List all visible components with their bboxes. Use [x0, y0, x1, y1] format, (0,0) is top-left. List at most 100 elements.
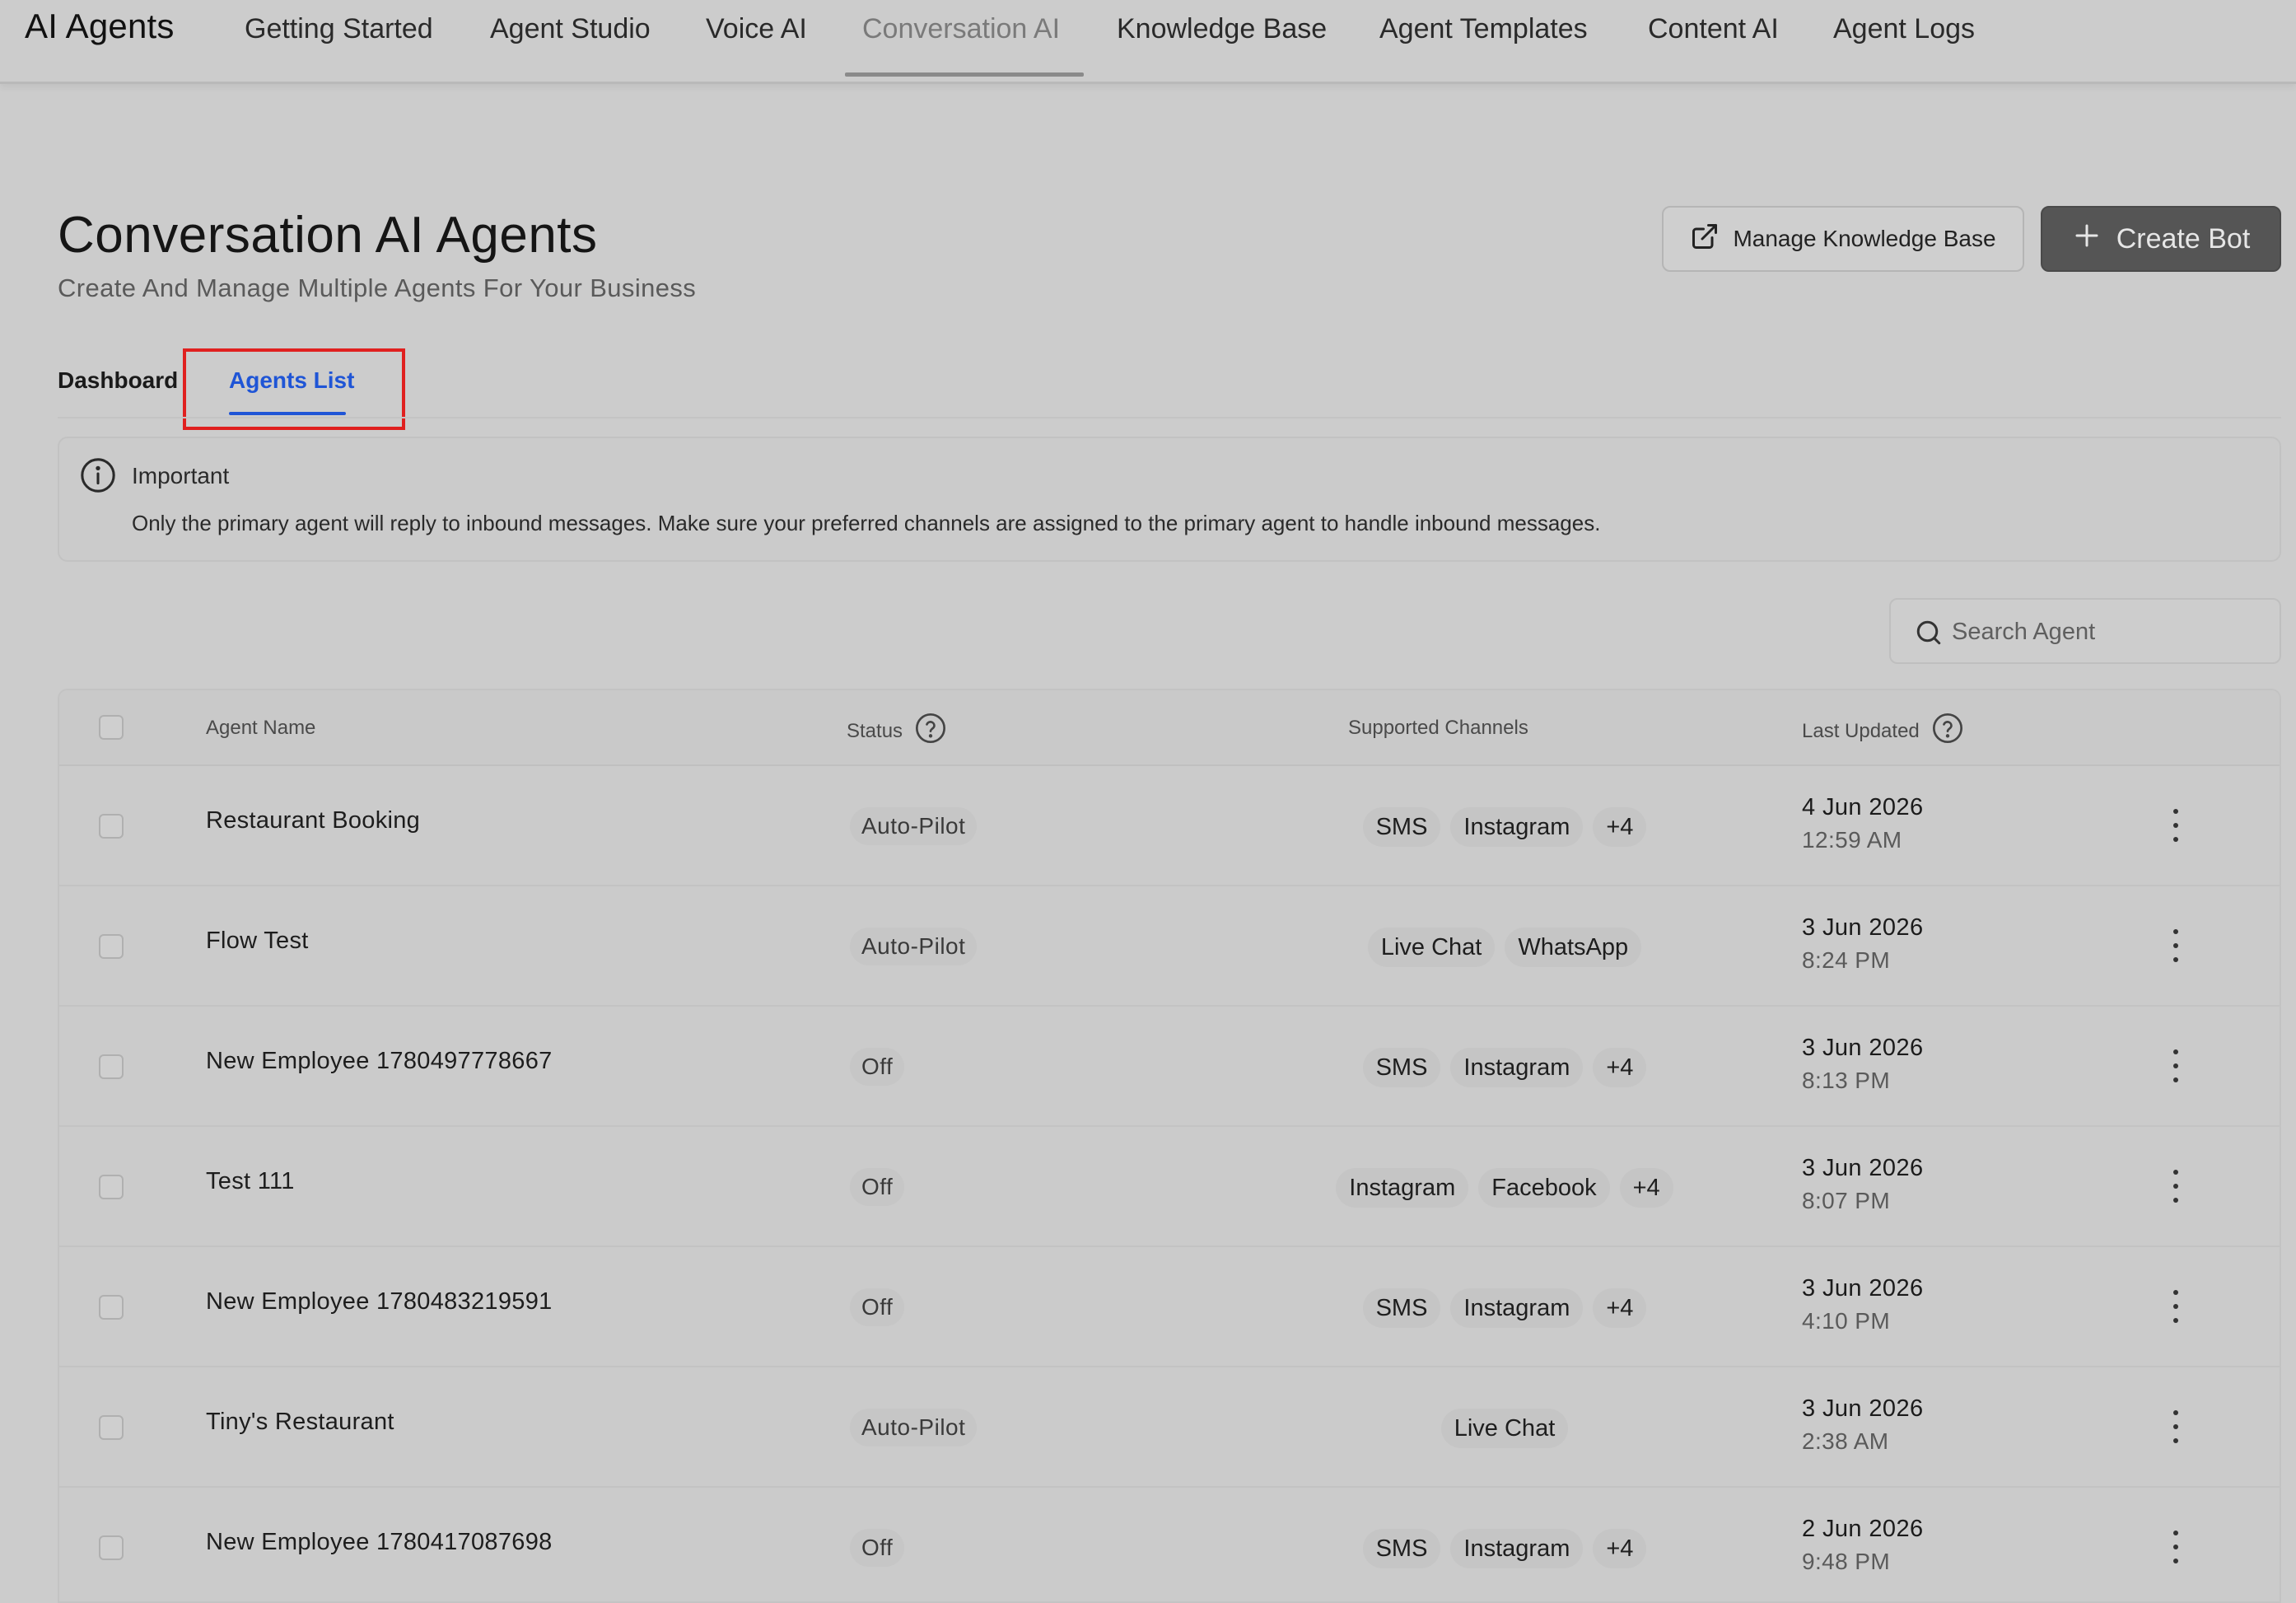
channel-chip: SMS: [1362, 1048, 1441, 1087]
channel-chip: SMS: [1362, 807, 1441, 847]
agent-name[interactable]: Restaurant Booking: [206, 807, 420, 834]
agent-name[interactable]: New Employee 1780497778667: [206, 1048, 553, 1075]
last-updated-time: 9:48 PM: [1802, 1549, 1891, 1574]
agent-name[interactable]: New Employee 1780417087698: [206, 1529, 553, 1556]
nav-tab-voice-ai[interactable]: Voice AI: [706, 13, 807, 45]
nav-tab-content-ai[interactable]: Content AI: [1648, 13, 1779, 45]
create-bot-label: Create Bot: [2116, 222, 2251, 255]
manage-knowledge-base-label: Manage Knowledge Base: [1733, 226, 1996, 251]
last-updated-date: 4 Jun 2026: [1802, 794, 1924, 820]
channel-chip: SMS: [1362, 1288, 1441, 1328]
question-circle-icon[interactable]: [1931, 712, 1964, 750]
last-updated-time: 2:38 AM: [1802, 1428, 1889, 1454]
question-circle-icon[interactable]: [914, 712, 947, 750]
column-label: Supported Channels: [1348, 717, 1528, 739]
last-updated-date: 2 Jun 2026: [1802, 1516, 1924, 1542]
more-vertical-icon[interactable]: [2164, 929, 2187, 962]
more-vertical-icon[interactable]: [2164, 1410, 2187, 1443]
agents-table: Agent Name Status Supported Channels Las…: [58, 689, 2281, 1603]
last-updated-date: 3 Jun 2026: [1802, 1155, 1924, 1181]
channel-more-chip[interactable]: +4: [1619, 1168, 1673, 1208]
channel-more-chip[interactable]: +4: [1593, 1529, 1647, 1568]
channel-chip: WhatsApp: [1505, 928, 1642, 967]
more-vertical-icon[interactable]: [2164, 1170, 2187, 1203]
last-updated-date: 3 Jun 2026: [1802, 1035, 1924, 1061]
status-badge: Off: [850, 1168, 905, 1206]
last-updated-time: 8:07 PM: [1802, 1188, 1891, 1213]
nav-tab-getting-started[interactable]: Getting Started: [245, 13, 433, 45]
table-row[interactable]: Restaurant Booking Auto-Pilot SMS Instag…: [59, 766, 2280, 886]
more-vertical-icon[interactable]: [2164, 1531, 2187, 1563]
column-header-last-updated: Last Updated: [1802, 712, 1964, 750]
info-icon: [79, 456, 117, 498]
agent-name[interactable]: Tiny's Restaurant: [206, 1409, 394, 1436]
channel-more-chip[interactable]: +4: [1593, 1048, 1647, 1087]
nav-tab-agent-logs[interactable]: Agent Logs: [1833, 13, 1975, 45]
more-vertical-icon[interactable]: [2164, 1049, 2187, 1082]
status-badge: Auto-Pilot: [850, 928, 978, 965]
page-subtitle: Create And Manage Multiple Agents For Yo…: [58, 273, 697, 302]
channel-list: SMS Instagram +4: [1113, 1288, 1896, 1328]
channel-chip: Instagram: [1450, 1288, 1584, 1328]
manage-knowledge-base-button[interactable]: Manage Knowledge Base: [1662, 206, 2024, 272]
row-checkbox[interactable]: [99, 814, 124, 839]
more-vertical-icon[interactable]: [2164, 1290, 2187, 1323]
row-checkbox[interactable]: [99, 1175, 124, 1199]
row-checkbox[interactable]: [99, 934, 124, 959]
nav-tab-agent-studio[interactable]: Agent Studio: [490, 13, 651, 45]
channel-chip: Instagram: [1336, 1168, 1469, 1208]
agent-name[interactable]: Test 111: [206, 1168, 295, 1195]
status-badge: Off: [850, 1048, 905, 1086]
channel-more-chip[interactable]: +4: [1593, 807, 1647, 847]
notice-body: Only the primary agent will reply to inb…: [132, 511, 1601, 535]
table-row[interactable]: New Employee 1780497778667 Off SMS Insta…: [59, 1007, 2280, 1127]
table-row[interactable]: Tiny's Restaurant Auto-Pilot Live Chat 3…: [59, 1367, 2280, 1488]
search-icon: [1914, 618, 1944, 652]
column-label: Agent Name: [206, 717, 316, 739]
important-notice: Important Only the primary agent will re…: [58, 437, 2281, 562]
status-badge: Auto-Pilot: [850, 1409, 978, 1446]
channel-list: Instagram Facebook +4: [1113, 1168, 1896, 1208]
channel-chip: Live Chat: [1367, 928, 1496, 967]
channel-chip: SMS: [1362, 1529, 1441, 1568]
agent-name[interactable]: Flow Test: [206, 928, 309, 955]
table-header: Agent Name Status Supported Channels Las…: [59, 690, 2280, 766]
channel-chip: Instagram: [1450, 807, 1584, 847]
last-updated-time: 12:59 AM: [1802, 827, 1902, 853]
channel-chip: Instagram: [1450, 1529, 1584, 1568]
table-row[interactable]: Flow Test Auto-Pilot Live Chat WhatsApp …: [59, 886, 2280, 1007]
channel-list: Live Chat: [1113, 1409, 1896, 1448]
last-updated-time: 4:10 PM: [1802, 1308, 1891, 1334]
search-box[interactable]: [1889, 598, 2281, 664]
notice-title: Important: [132, 463, 230, 488]
status-badge: Off: [850, 1529, 905, 1567]
column-header-agent-name: Agent Name: [206, 717, 315, 740]
column-label: Last Updated: [1802, 719, 1920, 742]
channel-more-chip[interactable]: +4: [1593, 1288, 1647, 1328]
table-row[interactable]: Test 111 Off Instagram Facebook +4 3 Jun…: [59, 1127, 2280, 1247]
nav-tab-conversation-ai[interactable]: Conversation AI: [862, 13, 1060, 45]
last-updated-date: 3 Jun 2026: [1802, 1395, 1924, 1422]
row-checkbox[interactable]: [99, 1535, 124, 1560]
row-checkbox[interactable]: [99, 1295, 124, 1320]
search-input[interactable]: [1952, 611, 2265, 652]
table-row[interactable]: New Employee 1780417087698 Off SMS Insta…: [59, 1488, 2280, 1601]
plus-icon: [2072, 221, 2102, 258]
status-badge: Off: [850, 1288, 905, 1326]
row-checkbox[interactable]: [99, 1054, 124, 1079]
row-checkbox[interactable]: [99, 1415, 124, 1440]
last-updated-date: 3 Jun 2026: [1802, 914, 1924, 941]
channel-list: SMS Instagram +4: [1113, 807, 1896, 847]
last-updated-time: 8:24 PM: [1802, 947, 1891, 973]
tab-dashboard[interactable]: Dashboard: [58, 367, 178, 394]
column-label: Status: [847, 719, 903, 742]
select-all-checkbox[interactable]: [99, 715, 124, 740]
nav-tab-agent-templates[interactable]: Agent Templates: [1379, 13, 1588, 45]
create-bot-button[interactable]: Create Bot: [2041, 206, 2281, 272]
nav-active-indicator: [845, 72, 1084, 77]
more-vertical-icon[interactable]: [2164, 809, 2187, 842]
nav-tab-knowledge-base[interactable]: Knowledge Base: [1117, 13, 1327, 45]
channel-list: SMS Instagram +4: [1113, 1529, 1896, 1568]
agent-name[interactable]: New Employee 1780483219591: [206, 1288, 553, 1316]
table-row[interactable]: New Employee 1780483219591 Off SMS Insta…: [59, 1247, 2280, 1367]
